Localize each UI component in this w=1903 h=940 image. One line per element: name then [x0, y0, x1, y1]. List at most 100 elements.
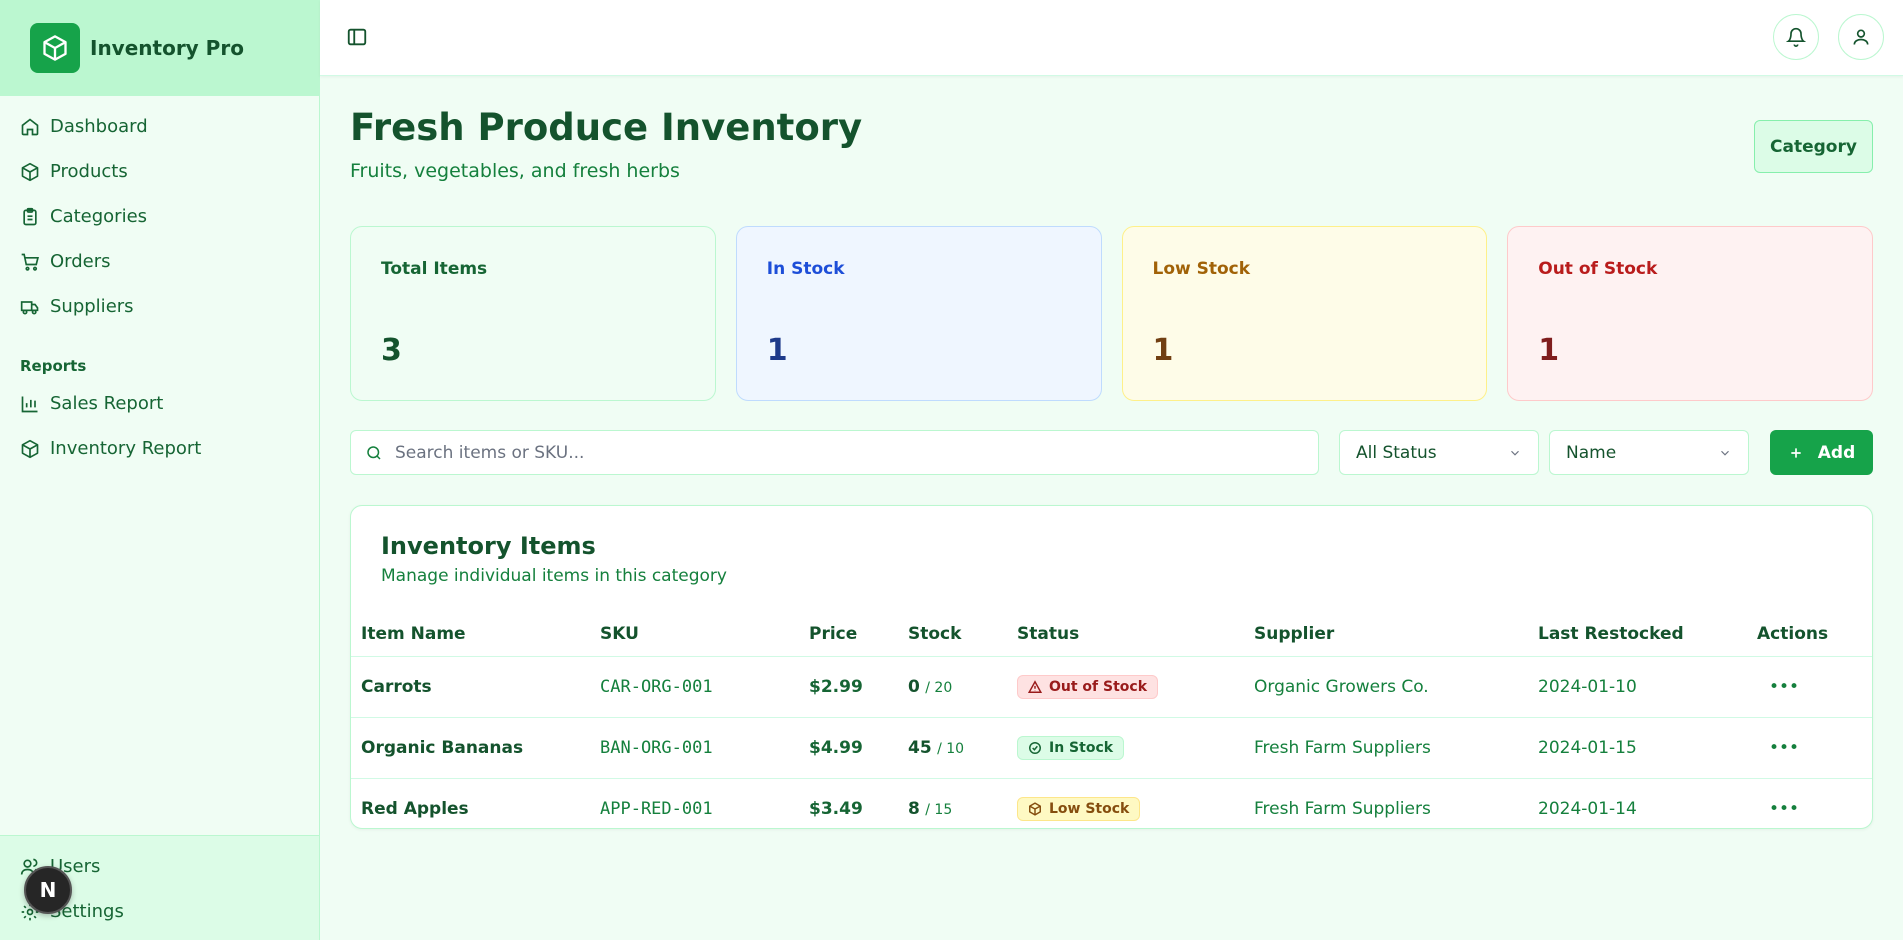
status-filter-select[interactable]: All Status	[1339, 430, 1539, 475]
add-item-button[interactable]: Add	[1770, 430, 1873, 475]
app-name: Inventory Pro	[90, 36, 244, 60]
stat-label: Total Items	[381, 259, 488, 279]
status-label: Out of Stock	[1049, 678, 1148, 695]
status-label: In Stock	[1049, 739, 1114, 756]
page-title: Fresh Produce Inventory	[350, 106, 863, 149]
column-header[interactable]: Supplier	[1244, 602, 1528, 657]
inventory-items-card: Inventory Items Manage individual items …	[350, 505, 1873, 829]
clipboard-icon	[23, 207, 37, 225]
add-item-label: Add	[1817, 442, 1856, 463]
table-row[interactable]: Carrots CAR-ORG-001 $2.99 0 / 20 Out of …	[351, 656, 1872, 718]
stat-card-out-of-stock: Out of Stock 1	[1507, 226, 1873, 401]
stock-min: / 20	[925, 679, 953, 696]
sidebar-item-suppliers[interactable]: Suppliers	[0, 284, 319, 329]
column-header[interactable]: Price	[799, 602, 898, 657]
stats-cards: Total Items 3 In Stock 1 Low Stock 1 Out…	[350, 226, 1873, 401]
notifications-button[interactable]	[1773, 14, 1819, 60]
item-restocked: 2024-01-14	[1538, 798, 1637, 819]
stat-value: 1	[766, 333, 788, 368]
stock-min: / 15	[925, 801, 953, 818]
item-name: Red Apples	[361, 798, 469, 819]
sidebar-nav: Dashboard Products Categories Orders Sup…	[0, 96, 319, 471]
stock-qty: 8	[908, 798, 920, 819]
stat-label: Low Stock	[1152, 259, 1251, 279]
sidebar-item-inventory-report[interactable]: Inventory Report	[0, 426, 319, 471]
table-row[interactable]: Red Apples APP-RED-001 $3.49 8 / 15 Low …	[351, 778, 1872, 839]
sidebar: Inventory Pro Dashboard Products Categor…	[0, 0, 320, 940]
item-actions: •••	[1747, 778, 1872, 839]
item-price: $4.99	[799, 717, 898, 779]
package-icon	[21, 439, 39, 458]
stat-card-total: Total Items 3	[350, 226, 716, 401]
stat-label: In Stock	[766, 259, 845, 279]
more-actions-icon[interactable]: •••	[1757, 795, 1811, 823]
item-status-cell: In Stock	[1007, 717, 1244, 779]
package-icon	[1029, 802, 1041, 816]
sidebar-item-label: Orders	[50, 251, 111, 272]
bar-chart-icon	[21, 396, 38, 412]
column-header[interactable]: Stock	[898, 602, 1007, 657]
item-sku: APP-RED-001	[600, 798, 713, 819]
item-status-cell: Low Stock	[1007, 778, 1244, 839]
status-badge: Low Stock	[1017, 796, 1141, 821]
status-badge: Out of Stock	[1017, 674, 1159, 699]
sidebar-item-orders[interactable]: Orders	[0, 239, 319, 284]
box-logo-icon	[30, 23, 80, 73]
card-subtitle: Manage individual items in this category	[381, 566, 727, 586]
stock-qty: 45	[908, 737, 932, 758]
sidebar-item-label: Products	[50, 161, 128, 182]
column-header[interactable]: Status	[1007, 602, 1244, 657]
stock-qty: 0	[908, 676, 920, 697]
user-menu-button[interactable]	[1838, 14, 1884, 60]
chevron-down-icon	[1511, 450, 1519, 456]
chevron-down-icon	[1721, 450, 1729, 456]
sort-select[interactable]: Name	[1549, 430, 1749, 475]
sidebar-item-label: Inventory Report	[50, 438, 202, 459]
item-stock: 45 / 10	[898, 717, 1007, 779]
sidebar-footer: Users Settings N	[0, 835, 319, 940]
topbar	[320, 0, 1903, 76]
stock-min: / 10	[937, 740, 965, 757]
more-actions-icon[interactable]: •••	[1757, 734, 1811, 762]
item-supplier: Fresh Farm Suppliers	[1254, 798, 1431, 819]
dev-tools-avatar[interactable]: N	[24, 866, 72, 914]
sidebar-item-products[interactable]: Products	[0, 149, 319, 194]
sidebar-toggle-icon[interactable]	[346, 26, 368, 48]
category-button[interactable]: Category	[1754, 120, 1873, 173]
sidebar-item-label: Suppliers	[50, 296, 134, 317]
sidebar-item-sales-report[interactable]: Sales Report	[0, 381, 319, 426]
sidebar-item-label: Sales Report	[50, 393, 164, 414]
item-stock: 0 / 20	[898, 656, 1007, 718]
search-placeholder: Search items or SKU...	[395, 442, 585, 463]
cart-icon	[21, 253, 39, 271]
status-badge: In Stock	[1017, 735, 1125, 760]
table-row[interactable]: Organic Bananas BAN-ORG-001 $4.99 45 / 1…	[351, 717, 1872, 779]
item-sku: CAR-ORG-001	[590, 656, 799, 718]
item-restocked: 2024-01-15	[1528, 717, 1747, 779]
stat-value: 1	[1538, 333, 1560, 368]
column-header[interactable]: Item Name	[351, 602, 590, 657]
item-sku: BAN-ORG-001	[590, 717, 799, 779]
status-label: Low Stock	[1049, 800, 1130, 817]
check-circle-icon	[1029, 741, 1041, 754]
item-actions: •••	[1747, 717, 1872, 779]
stat-card-in-stock: In Stock 1	[735, 226, 1102, 401]
search-icon	[367, 445, 381, 460]
plus-icon	[1791, 447, 1801, 458]
sidebar-item-dashboard[interactable]: Dashboard	[0, 104, 319, 149]
card-title: Inventory Items	[381, 532, 596, 560]
sidebar-item-categories[interactable]: Categories	[0, 194, 319, 239]
search-input[interactable]: Search items or SKU...	[350, 430, 1319, 475]
column-header[interactable]: SKU	[590, 602, 799, 657]
brand[interactable]: Inventory Pro	[0, 0, 319, 96]
column-header[interactable]: Last Restocked	[1528, 602, 1747, 657]
stat-value: 1	[1152, 333, 1174, 368]
more-actions-icon[interactable]: •••	[1757, 673, 1811, 701]
table-header-row: Item Name SKU Price Stock Status Supplie…	[351, 602, 1872, 657]
sidebar-item-label: Categories	[50, 206, 148, 227]
toolbar: Search items or SKU... All Status Name A…	[350, 430, 1873, 475]
page-subtitle: Fruits, vegetables, and fresh herbs	[350, 160, 680, 182]
item-name: Carrots	[351, 656, 590, 718]
inventory-table: Item Name SKU Price Stock Status Supplie…	[351, 602, 1872, 839]
home-icon	[21, 117, 39, 135]
